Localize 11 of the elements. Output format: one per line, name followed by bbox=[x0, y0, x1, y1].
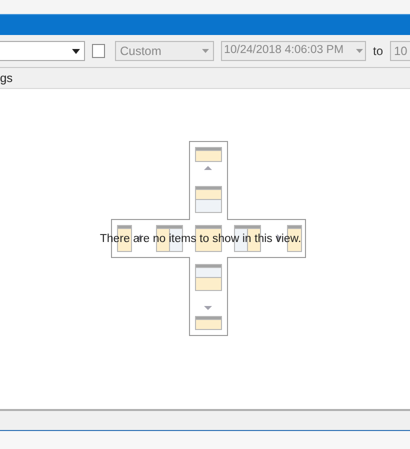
checkbox[interactable] bbox=[92, 44, 105, 58]
range-combo[interactable]: Custom bbox=[114, 41, 214, 61]
column-header[interactable]: gs bbox=[0, 69, 13, 87]
dropdown-arrow-icon bbox=[72, 48, 80, 54]
dropdown-arrow-icon bbox=[202, 49, 209, 53]
from-date-picker[interactable]: 10/24/2018 4:06:03 PM bbox=[220, 41, 366, 61]
combo-box[interactable] bbox=[0, 41, 85, 61]
to-label: to bbox=[372, 43, 383, 60]
to-date-picker[interactable]: 10 bbox=[390, 41, 410, 61]
empty-message: There are no items to show in this view. bbox=[100, 232, 302, 248]
dropdown-arrow-icon bbox=[356, 49, 363, 53]
